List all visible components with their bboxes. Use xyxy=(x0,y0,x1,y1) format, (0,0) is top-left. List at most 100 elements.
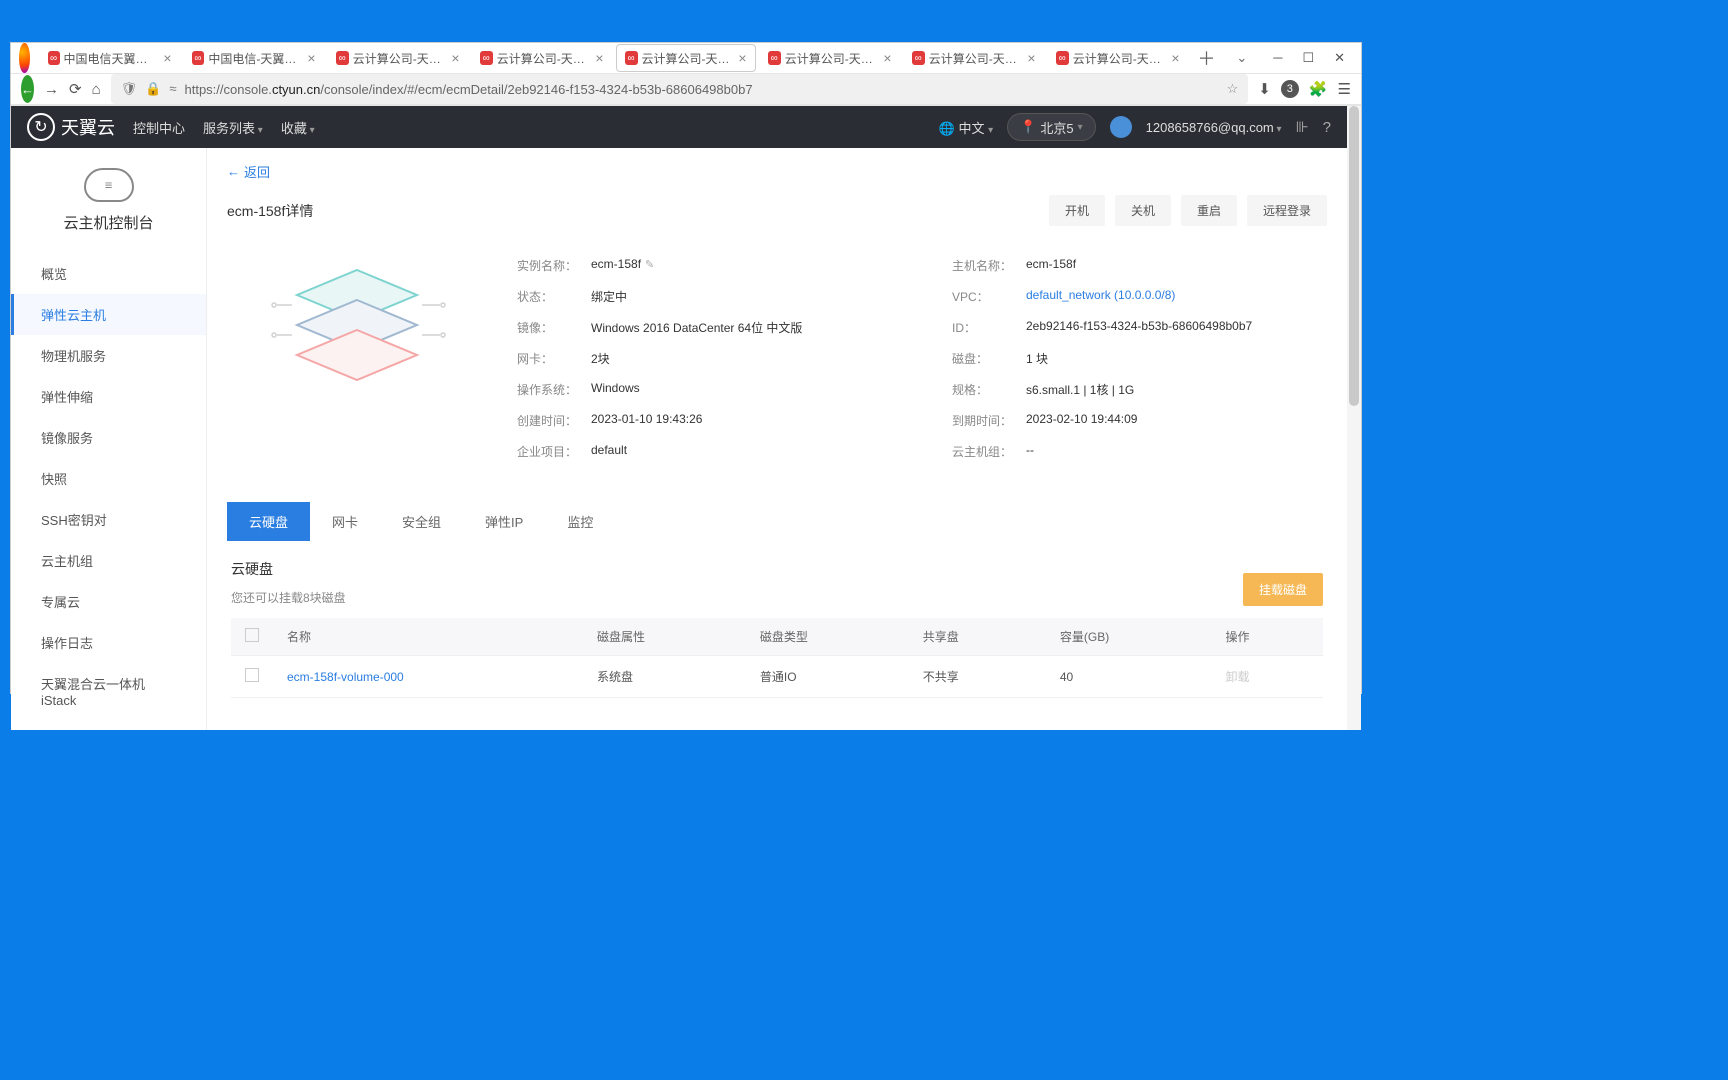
detail-value[interactable]: default_network (10.0.0.0/8) xyxy=(1026,288,1175,305)
home-button[interactable]: ⌂ xyxy=(92,81,101,98)
action-button[interactable]: 关机 xyxy=(1115,195,1171,226)
browser-tab[interactable]: 中国电信天翼云-管理 × xyxy=(40,44,180,72)
browser-tab[interactable]: 中国电信-天翼云.云 × xyxy=(184,44,324,72)
sidebar-item[interactable]: 专属云 xyxy=(11,581,206,622)
detail-value: ecm-158f xyxy=(1026,257,1076,274)
detail-tab[interactable]: 安全组 xyxy=(380,502,463,541)
favorites-dropdown[interactable]: 收藏 xyxy=(281,118,315,137)
detail-tab[interactable]: 监控 xyxy=(545,502,615,541)
sidebar-item[interactable]: 快照 xyxy=(11,458,206,499)
tab-favicon-icon xyxy=(768,51,781,65)
url-bar[interactable]: 🛡 🔒 ≈ https://console.ctyun.cn/console/i… xyxy=(111,74,1249,104)
tab-label: 云计算公司-天翼云 xyxy=(642,50,735,67)
sidebar-item[interactable]: 弹性云主机 xyxy=(11,294,206,335)
detail-label: 镜像： xyxy=(517,319,591,336)
close-button[interactable]: ✕ xyxy=(1334,50,1345,66)
sidebar-item[interactable]: SSH密钥对 xyxy=(11,499,206,540)
detail-row: 规格： s6.small.1 | 1核 | 1G xyxy=(952,374,1327,405)
scrollbar[interactable] xyxy=(1347,106,1361,730)
avatar[interactable] xyxy=(1110,116,1132,138)
console-link[interactable]: 控制中心 xyxy=(133,118,185,137)
scroll-thumb[interactable] xyxy=(1349,106,1359,406)
extensions-badge[interactable]: 3 xyxy=(1281,80,1299,98)
minimize-button[interactable]: ─ xyxy=(1273,50,1282,66)
sidebar-item[interactable]: 天翼混合云一体机iStack xyxy=(11,663,206,719)
app-header: 天翼云 控制中心 服务列表 收藏 🌐 中文 📍 北京5 ▾ xyxy=(11,106,1347,148)
action-button[interactable]: 重启 xyxy=(1181,195,1237,226)
tab-label: 云计算公司-天翼云 xyxy=(929,50,1024,67)
sidebar-item[interactable]: 云主机组 xyxy=(11,540,206,581)
tab-close-icon[interactable]: × xyxy=(883,50,891,66)
maximize-button[interactable]: ☐ xyxy=(1302,50,1314,66)
table-row: ecm-158f-volume-000 系统盘 普通IO 不共享 40 卸载 xyxy=(231,656,1323,698)
tab-close-icon[interactable]: × xyxy=(1171,50,1179,66)
edit-icon[interactable]: ✎ xyxy=(645,259,654,271)
services-dropdown[interactable]: 服务列表 xyxy=(203,118,263,137)
detail-tab[interactable]: 网卡 xyxy=(310,502,380,541)
detail-value: 2023-02-10 19:44:09 xyxy=(1026,412,1137,429)
tab-close-icon[interactable]: × xyxy=(163,50,171,66)
mount-disk-button[interactable]: 挂载磁盘 xyxy=(1243,573,1323,606)
extensions-icon[interactable]: 🧩 xyxy=(1309,80,1328,98)
browser-tab[interactable]: 云计算公司-天翼云 × xyxy=(472,44,612,72)
detail-value: s6.small.1 | 1核 | 1G xyxy=(1026,381,1134,398)
tab-close-icon[interactable]: × xyxy=(307,50,315,66)
browser-tab[interactable]: 云计算公司-天翼云 × xyxy=(760,44,900,72)
browser-tab[interactable]: 云计算公司-天翼云 × xyxy=(328,44,468,72)
forward-button[interactable]: → xyxy=(44,81,59,98)
detail-row: 到期时间： 2023-02-10 19:44:09 xyxy=(952,405,1327,436)
browser-tab[interactable]: 云计算公司-天翼云 × xyxy=(616,44,756,72)
sidebar-item[interactable]: 概览 xyxy=(11,253,206,294)
new-tab-button[interactable]: ＋ xyxy=(1190,45,1224,71)
browser-tab[interactable]: 云计算公司-天翼云 × xyxy=(1048,44,1188,72)
detail-row: 主机名称： ecm-158f xyxy=(952,250,1327,281)
help-icon[interactable]: ? xyxy=(1323,119,1331,136)
detail-tab[interactable]: 云硬盘 xyxy=(227,502,310,541)
app-menu-icon[interactable]: ☰ xyxy=(1338,80,1351,98)
sidebar-item[interactable]: 操作日志 xyxy=(11,622,206,663)
window-controls: ─ ☐ ✕ xyxy=(1257,50,1361,66)
detail-label: ID： xyxy=(952,319,1026,336)
brand-logo[interactable]: 天翼云 xyxy=(27,113,115,141)
region-selector[interactable]: 📍 北京5 ▾ xyxy=(1007,113,1095,141)
sidebar-item[interactable]: 镜像服务 xyxy=(11,417,206,458)
back-link[interactable]: ← 返回 xyxy=(227,162,1327,181)
user-menu[interactable]: 1208658766@qq.com xyxy=(1146,120,1282,135)
tab-close-icon[interactable]: × xyxy=(738,50,746,66)
sidebar-item[interactable]: 物理机服务 xyxy=(11,335,206,376)
tab-label: 云计算公司-天翼云 xyxy=(785,50,880,67)
action-button[interactable]: 远程登录 xyxy=(1247,195,1327,226)
select-all-checkbox[interactable] xyxy=(245,628,259,642)
tabs-dropdown-icon[interactable]: ⌄ xyxy=(1226,50,1257,66)
detail-tab[interactable]: 弹性IP xyxy=(463,502,545,541)
tab-favicon-icon xyxy=(625,51,638,65)
tab-close-icon[interactable]: × xyxy=(595,50,603,66)
panel-subtitle: 您还可以挂载8块磁盘 xyxy=(231,589,346,606)
toolbar: ← → ⟳ ⌂ 🛡 🔒 ≈ https://console.ctyun.cn/c… xyxy=(11,74,1361,105)
disk-name-link[interactable]: ecm-158f-volume-000 xyxy=(287,670,404,684)
language-dropdown[interactable]: 🌐 中文 xyxy=(939,118,993,137)
cell: 普通IO xyxy=(746,656,909,698)
action-button[interactable]: 开机 xyxy=(1049,195,1105,226)
browser-tab[interactable]: 云计算公司-天翼云 × xyxy=(904,44,1044,72)
globe-icon: 🌐 xyxy=(939,121,955,136)
row-checkbox[interactable] xyxy=(245,668,259,682)
detail-value: 2023-01-10 19:43:26 xyxy=(591,412,702,429)
tab-close-icon[interactable]: × xyxy=(1027,50,1035,66)
tab-close-icon[interactable]: × xyxy=(451,50,459,66)
detail-row: 镜像： Windows 2016 DataCenter 64位 中文版 xyxy=(517,312,892,343)
star-icon[interactable]: ☆ xyxy=(1227,81,1239,97)
detail-label: 到期时间： xyxy=(952,412,1026,429)
detail-value: 2块 xyxy=(591,350,610,367)
back-button[interactable]: ← xyxy=(21,75,34,103)
detail-row: ID： 2eb92146-f153-4324-b53b-68606498b0b7 xyxy=(952,312,1327,343)
reload-button[interactable]: ⟳ xyxy=(69,80,82,98)
downloads-icon[interactable]: ⬇ xyxy=(1258,80,1271,98)
sidebar-item[interactable]: 弹性伸缩 xyxy=(11,376,206,417)
lock-icon: 🔒 xyxy=(145,81,161,97)
detail-value: -- xyxy=(1026,443,1034,460)
detail-label: 网卡： xyxy=(517,350,591,367)
panel-title: 云硬盘 xyxy=(231,559,346,579)
detail-row: 云主机组： -- xyxy=(952,436,1327,467)
billing-icon[interactable]: ⊪ xyxy=(1296,118,1309,136)
